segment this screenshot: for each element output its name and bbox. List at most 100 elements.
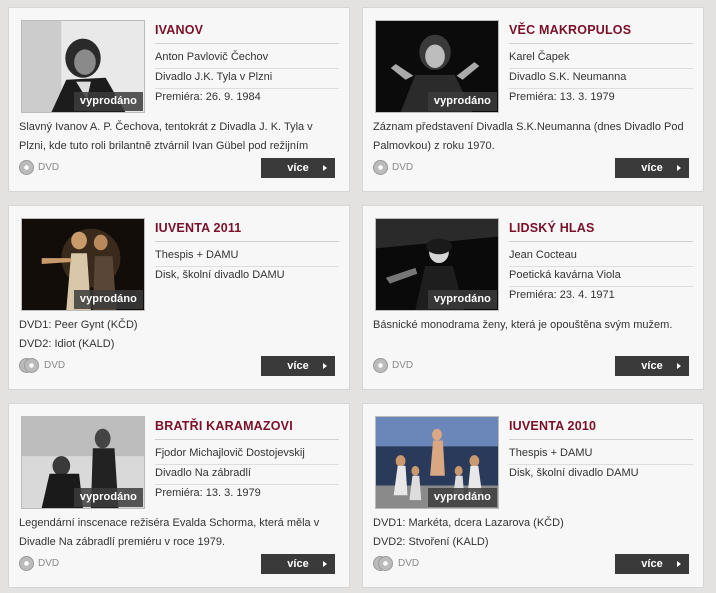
description-line: Záznam představení Divadla S.K.Neumanna …	[373, 121, 684, 133]
product-info: VĚC MAKROPULOS Karel Čapek Divadlo S.K. …	[509, 22, 693, 110]
product-info: LIDSKÝ HLAS Jean Cocteau Poetická kavárn…	[509, 220, 693, 308]
format-text: DVD	[38, 558, 60, 569]
product-info: IVANOV Anton Pavlovič Čechov Divadlo J.K…	[155, 22, 339, 110]
format-label: DVD	[373, 358, 413, 373]
product-title[interactable]: BRATŘI KARAMAZOVI	[155, 418, 339, 440]
description-line: Plzni, kde tuto roli brilantně ztvárnil …	[19, 140, 309, 152]
more-button[interactable]: více	[261, 356, 335, 376]
sold-out-badge: vyprodáno	[73, 92, 143, 111]
card-footer: DVD více	[373, 554, 689, 574]
more-label: více	[641, 558, 663, 570]
dvd-disc-icon	[373, 160, 388, 175]
more-label: více	[287, 558, 309, 570]
product-description: Legendární inscenace režiséra Evalda Sch…	[19, 514, 339, 552]
product-description: Básnické monodrama ženy, která je opoušt…	[373, 316, 693, 335]
more-label: více	[641, 162, 663, 174]
arrow-right-icon	[677, 363, 681, 369]
author: Karel Čapek	[509, 50, 693, 69]
arrow-right-icon	[323, 363, 327, 369]
more-button[interactable]: více	[261, 158, 335, 178]
product-title[interactable]: IUVENTA 2011	[155, 220, 339, 242]
product-info: IUVENTA 2011 Thespis + DAMU Disk, školní…	[155, 220, 339, 288]
sold-out-badge: vyprodáno	[427, 290, 497, 309]
premiere-date: Premiéra: 26. 9. 1984	[155, 91, 261, 103]
product-card-ivanov: vyprodáno IVANOV Anton Pavlovič Čechov D…	[8, 7, 350, 192]
more-button[interactable]: více	[615, 356, 689, 376]
sold-out-badge: vyprodáno	[73, 290, 143, 309]
description-line: Palmovkou) z roku 1970.	[373, 140, 495, 152]
product-info: BRATŘI KARAMAZOVI Fjodor Michajlovič Dos…	[155, 418, 339, 506]
more-button[interactable]: více	[615, 158, 689, 178]
sold-out-badge: vyprodáno	[427, 488, 497, 507]
product-card-iuventa-2011: vyprodáno IUVENTA 2011 Thespis + DAMU Di…	[8, 205, 350, 390]
author: Thespis + DAMU	[155, 248, 339, 267]
dvd-disc-icon	[373, 358, 388, 373]
card-footer: DVD více	[19, 356, 335, 376]
theatre: Divadlo S.K. Neumanna	[509, 70, 693, 89]
more-label: více	[287, 360, 309, 372]
description-line: DVD2: Stvoření (KALD)	[373, 536, 489, 548]
product-title[interactable]: VĚC MAKROPULOS	[509, 22, 693, 44]
description-line: Básnické monodrama ženy, která je opoušt…	[373, 319, 673, 331]
product-photo[interactable]: vyprodáno	[21, 20, 145, 113]
theatre: Disk, školní divadlo DAMU	[155, 269, 285, 281]
description-line: DVD1: Peer Gynt (KČD)	[19, 319, 138, 331]
theatre: Divadlo Na zábradlí	[155, 466, 339, 485]
product-photo[interactable]: vyprodáno	[375, 218, 499, 311]
more-button[interactable]: více	[261, 554, 335, 574]
author: Thespis + DAMU	[509, 446, 693, 465]
product-photo[interactable]: vyprodáno	[375, 416, 499, 509]
author: Jean Cocteau	[509, 248, 693, 267]
product-title[interactable]: IVANOV	[155, 22, 339, 44]
format-label: DVD	[19, 556, 59, 571]
description-line: DVD1: Markéta, dcera Lazarova (KČD)	[373, 517, 564, 529]
format-text: DVD	[392, 360, 414, 371]
sold-out-badge: vyprodáno	[427, 92, 497, 111]
format-text: DVD	[38, 162, 60, 173]
product-card-iuventa-2010: vyprodáno IUVENTA 2010 Thespis + DAMU Di…	[362, 403, 704, 588]
arrow-right-icon	[677, 561, 681, 567]
premiere-date: Premiéra: 13. 3. 1979	[509, 91, 615, 103]
product-description: DVD1: Markéta, dcera Lazarova (KČD) DVD2…	[373, 514, 693, 552]
theatre: Poetická kavárna Viola	[509, 268, 693, 287]
product-card-bratri-karamazovi: vyprodáno BRATŘI KARAMAZOVI Fjodor Micha…	[8, 403, 350, 588]
product-card-lidsky-hlas: vyprodáno LIDSKÝ HLAS Jean Cocteau Poeti…	[362, 205, 704, 390]
description-line: Slavný Ivanov A. P. Čechova, tentokrát z…	[19, 121, 313, 133]
author: Anton Pavlovič Čechov	[155, 50, 339, 69]
format-label: DVD	[373, 556, 419, 571]
format-text: DVD	[44, 360, 66, 371]
product-title[interactable]: IUVENTA 2010	[509, 418, 693, 440]
theatre: Disk, školní divadlo DAMU	[509, 467, 639, 479]
more-label: více	[287, 162, 309, 174]
product-photo[interactable]: vyprodáno	[375, 20, 499, 113]
card-footer: DVD více	[19, 158, 335, 178]
dvd-disc-icon	[24, 358, 39, 373]
format-label: DVD	[373, 160, 413, 175]
format-text: DVD	[392, 162, 414, 173]
card-footer: DVD více	[19, 554, 335, 574]
card-footer: DVD více	[373, 356, 689, 376]
arrow-right-icon	[323, 561, 327, 567]
premiere-date: Premiéra: 23. 4. 1971	[509, 289, 615, 301]
more-label: více	[641, 360, 663, 372]
product-card-vec-makropulos: vyprodáno VĚC MAKROPULOS Karel Čapek Div…	[362, 7, 704, 192]
product-title[interactable]: LIDSKÝ HLAS	[509, 220, 693, 242]
product-photo[interactable]: vyprodáno	[21, 416, 145, 509]
format-label: DVD	[19, 358, 65, 373]
more-button[interactable]: více	[615, 554, 689, 574]
product-description: Slavný Ivanov A. P. Čechova, tentokrát z…	[19, 118, 339, 156]
description-line: Divadle Na zábradlí premiéru v roce 1979…	[19, 536, 226, 548]
arrow-right-icon	[323, 165, 327, 171]
dvd-disc-icon	[378, 556, 393, 571]
product-info: IUVENTA 2010 Thespis + DAMU Disk, školní…	[509, 418, 693, 486]
product-photo[interactable]: vyprodáno	[21, 218, 145, 311]
product-description: DVD1: Peer Gynt (KČD) DVD2: Idiot (KALD)	[19, 316, 339, 354]
premiere-date: Premiéra: 13. 3. 1979	[155, 487, 261, 499]
dvd-disc-icon	[19, 556, 34, 571]
card-footer: DVD více	[373, 158, 689, 178]
theatre: Divadlo J.K. Tyla v Plzni	[155, 70, 339, 89]
product-description: Záznam představení Divadla S.K.Neumanna …	[373, 118, 693, 156]
format-text: DVD	[398, 558, 420, 569]
format-label: DVD	[19, 160, 59, 175]
dvd-disc-icon	[19, 160, 34, 175]
